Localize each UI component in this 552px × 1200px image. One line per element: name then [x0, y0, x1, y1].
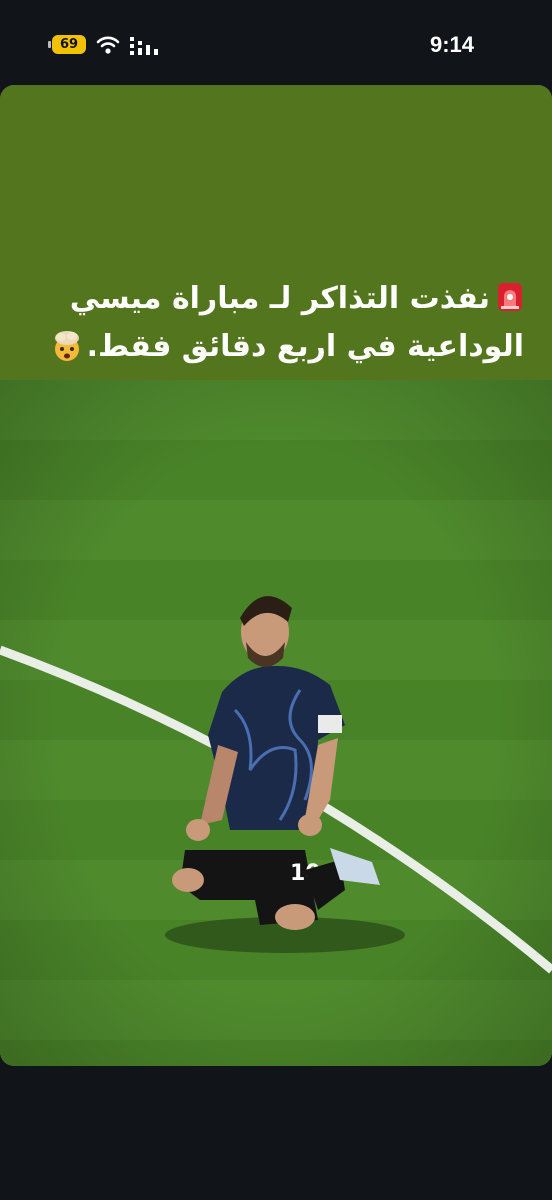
caption-line-1: نفذت التذاكر لـ مباراة ميسي — [32, 275, 524, 323]
status-bar: 69 9:14 — [0, 0, 552, 84]
bottom-bar — [0, 1066, 552, 1200]
wifi-icon — [96, 36, 120, 54]
exploding-head-emoji-icon — [54, 331, 79, 361]
caption-background: نفذت التذاكر لـ مباراة ميسي الوداعية في … — [0, 85, 552, 380]
caption-text-1: نفذت التذاكر لـ مباراة ميسي — [69, 281, 490, 316]
rotating-light-emoji-icon — [498, 283, 522, 311]
player-photo-image: 10 — [0, 380, 552, 1066]
cellular-signal-icon — [130, 37, 158, 55]
battery-level: 69 — [59, 37, 79, 52]
caption-text-2: الوداعية في اربع دقائق فقط. — [86, 329, 524, 364]
story-screen: 69 9:14 نفذت التذاكر لـ مباراة ميسي الود… — [0, 0, 552, 1200]
story-photo: 10 — [0, 380, 552, 1066]
story-card[interactable]: نفذت التذاكر لـ مباراة ميسي الوداعية في … — [0, 85, 552, 1066]
caption-line-2: الوداعية في اربع دقائق فقط. — [32, 323, 524, 371]
status-time: 9:14 — [429, 32, 474, 57]
story-caption: نفذت التذاكر لـ مباراة ميسي الوداعية في … — [0, 275, 552, 371]
battery-icon: 69 — [48, 35, 86, 54]
